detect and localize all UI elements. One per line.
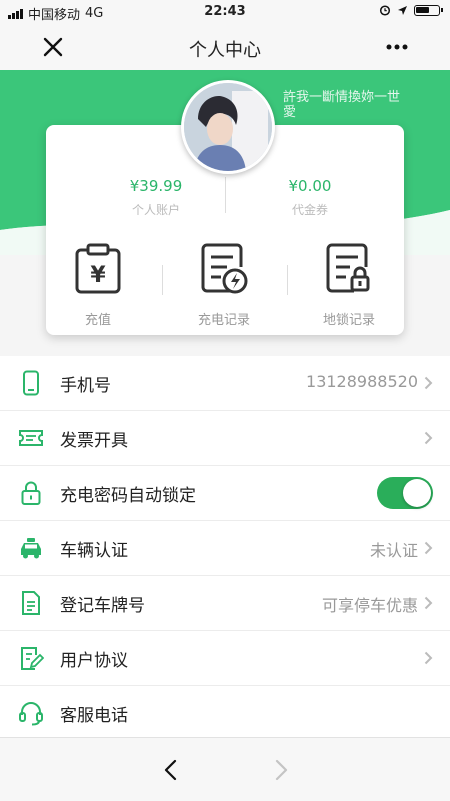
recharge-button[interactable]: ¥ 充值	[53, 243, 143, 328]
invoice-label: 发票开具	[60, 431, 128, 451]
svg-text:¥: ¥	[90, 263, 106, 288]
user-agreement-row[interactable]: 用户协议	[0, 631, 450, 686]
settings-list: 手机号 13128988520 发票开具 充电密码自动锁定 车辆认证 未认证 登…	[0, 356, 450, 740]
phone-row[interactable]: 手机号 13128988520	[0, 356, 450, 411]
document-icon	[22, 591, 40, 615]
action-divider	[162, 265, 163, 295]
chevron-right-icon	[424, 431, 433, 445]
alarm-icon	[379, 5, 391, 16]
action-divider	[287, 265, 288, 295]
vehicle-verify-status: 未认证	[369, 541, 418, 560]
voucher-label: 代金券	[291, 203, 328, 217]
lock-record-button[interactable]: 地锁记录	[304, 243, 394, 328]
toggle-knob	[403, 479, 431, 507]
battery-icon	[414, 4, 443, 16]
taxi-icon	[21, 538, 41, 559]
location-arrow-icon	[398, 5, 407, 15]
nav-bar: 个人中心	[0, 24, 450, 70]
plate-register-hint: 可享停车优惠	[321, 596, 418, 615]
voucher-stat[interactable]: ¥0.00 代金券	[240, 177, 380, 218]
charge-record-icon	[201, 243, 248, 294]
voucher-value: ¥0.00	[288, 177, 332, 195]
avatar[interactable]	[181, 80, 275, 174]
page-title: 个人中心	[189, 40, 261, 61]
recharge-label: 充值	[84, 313, 111, 328]
edit-document-icon	[21, 647, 44, 670]
customer-service-row[interactable]: 客服电话	[0, 686, 450, 740]
recharge-clipboard-icon: ¥	[75, 243, 121, 294]
balance-stat[interactable]: ¥39.99 个人账户	[86, 177, 226, 218]
invoice-row[interactable]: 发票开具	[0, 411, 450, 466]
invoice-ticket-icon	[19, 430, 43, 446]
stat-divider	[225, 177, 226, 213]
lock-record-label: 地锁记录	[322, 313, 375, 328]
lock-record-icon	[326, 243, 370, 293]
avatar-photo	[184, 83, 272, 171]
phone-label: 手机号	[60, 376, 111, 396]
forward-arrow-icon	[275, 759, 288, 781]
balance-value: ¥39.99	[129, 177, 183, 195]
auto-lock-toggle[interactable]	[377, 477, 433, 509]
chevron-right-icon	[424, 651, 433, 665]
customer-service-label: 客服电话	[60, 706, 128, 726]
charge-record-label: 充电记录	[197, 313, 250, 328]
charge-record-button[interactable]: 充电记录	[179, 243, 269, 328]
padlock-icon	[21, 481, 41, 505]
phone-icon	[23, 370, 39, 396]
vehicle-verify-row[interactable]: 车辆认证 未认证	[0, 521, 450, 576]
chevron-right-icon	[424, 596, 433, 610]
user-nickname: 許我一斷情換妳一世愛	[283, 90, 401, 120]
status-bar: 中国移动 4G 22:43	[0, 0, 450, 24]
back-arrow-icon[interactable]	[160, 758, 184, 782]
chevron-right-icon	[424, 376, 433, 390]
user-agreement-label: 用户协议	[60, 651, 128, 671]
headset-icon	[19, 702, 43, 726]
balance-label: 个人账户	[131, 203, 180, 217]
plate-register-label: 登记车牌号	[60, 596, 145, 616]
bottom-toolbar	[0, 737, 450, 801]
phone-value: 13128988520	[306, 372, 418, 391]
auto-lock-label: 充电密码自动锁定	[60, 486, 196, 506]
auto-lock-row: 充电密码自动锁定	[0, 466, 450, 521]
chevron-right-icon	[424, 541, 433, 555]
vehicle-verify-label: 车辆认证	[60, 541, 128, 561]
more-options-icon[interactable]	[384, 36, 410, 58]
plate-register-row[interactable]: 登记车牌号 可享停车优惠	[0, 576, 450, 631]
